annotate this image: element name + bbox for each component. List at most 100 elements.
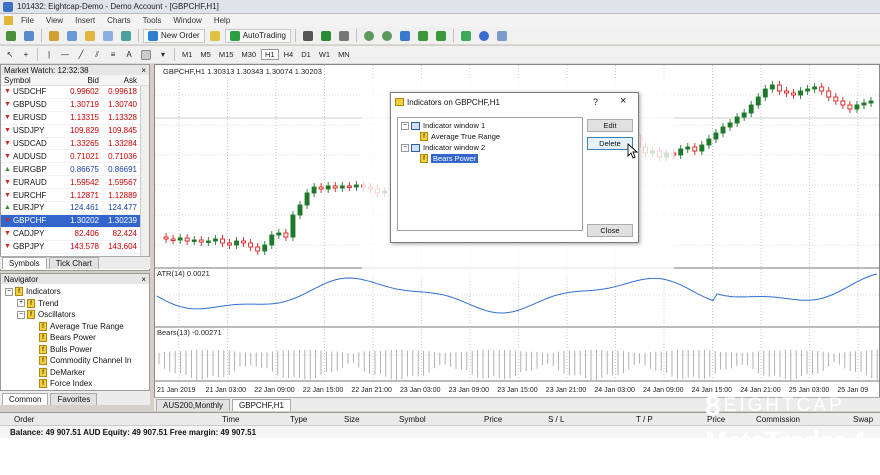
market-watch-row[interactable]: ▼ CADJPY 82.406 82.424 (1, 228, 149, 241)
periods-icon[interactable] (476, 29, 492, 43)
menu-view[interactable]: View (40, 16, 69, 25)
indicator-window-node[interactable]: − Indicator window 1 (398, 120, 582, 131)
profiles-icon[interactable] (21, 29, 37, 43)
data-window-icon[interactable] (64, 29, 80, 43)
menu-file[interactable]: File (15, 16, 40, 25)
timeframe-h4[interactable]: H4 (281, 50, 297, 59)
col-bid[interactable]: Bid (59, 76, 99, 85)
col-symbol[interactable]: Symbol (1, 76, 59, 85)
timeframe-mn[interactable]: MN (335, 50, 353, 59)
chart-shift-icon[interactable] (433, 29, 449, 43)
arrows-icon[interactable]: ▾ (156, 48, 170, 62)
navigator-item[interactable]: f Force Index (1, 378, 149, 390)
menu-window[interactable]: Window (167, 16, 207, 25)
templates-icon[interactable] (494, 29, 510, 43)
cursor-icon[interactable]: ↖ (3, 48, 17, 62)
close-button[interactable]: Close (587, 224, 633, 237)
indicators-icon[interactable] (458, 29, 474, 43)
timeframe-h1[interactable]: H1 (261, 49, 279, 60)
text-icon[interactable]: A (122, 48, 136, 62)
auto-scroll-icon[interactable] (415, 29, 431, 43)
menu-insert[interactable]: Insert (69, 16, 101, 25)
tab-common[interactable]: Common (2, 393, 49, 405)
market-watch-row[interactable]: ▼ EURAUD 1.59542 1.59567 (1, 176, 149, 190)
tile-windows-icon[interactable] (397, 29, 413, 43)
navigator-item[interactable]: f Commodity Channel In (1, 355, 149, 367)
channel-icon[interactable]: ⫽ (90, 48, 104, 62)
menu-tools[interactable]: Tools (137, 16, 168, 25)
menu-charts[interactable]: Charts (101, 16, 137, 25)
indicator-node[interactable]: f Bears Power (398, 153, 582, 164)
col-order[interactable]: Order (14, 415, 34, 424)
chart-tab-aus200[interactable]: AUS200,Monthly (156, 399, 231, 411)
market-watch-row[interactable]: ▼ GBPCHF 1.30202 1.30239 (1, 214, 149, 228)
navigator-item[interactable]: f Bulls Power (1, 344, 149, 356)
menu-help[interactable]: Help (208, 16, 236, 25)
navigator-item[interactable]: f Bears Power (1, 332, 149, 344)
zoom-in-icon[interactable] (361, 29, 377, 43)
navigator-item[interactable]: f DeMarker (1, 367, 149, 379)
horizontal-line-icon[interactable]: — (58, 48, 72, 62)
new-chart-icon[interactable] (3, 29, 19, 43)
tab-tick-chart[interactable]: Tick Chart (48, 257, 99, 269)
market-watch-row[interactable]: ▼ AUDUSD 0.71021 0.71036 (1, 150, 149, 164)
timeframe-m15[interactable]: M15 (216, 50, 237, 59)
col-ask[interactable]: Ask (99, 76, 139, 85)
candlestick-icon[interactable] (318, 29, 334, 43)
bar-chart-icon[interactable] (300, 29, 316, 43)
navigator-item[interactable]: + f Trend (1, 298, 149, 310)
col-symbol[interactable]: Symbol (399, 415, 426, 424)
market-watch-row[interactable]: ▲ EURGBP 0.86675 0.86691 (1, 163, 149, 177)
col-type[interactable]: Type (290, 415, 307, 424)
tab-symbols[interactable]: Symbols (2, 257, 47, 269)
col-tp[interactable]: T / P (636, 415, 653, 424)
metaeditor-icon[interactable] (207, 29, 223, 43)
market-watch-row[interactable]: ▼ USDCAD 1.33265 1.33284 (1, 138, 149, 151)
strategy-tester-icon[interactable] (118, 29, 134, 43)
crosshair-icon[interactable]: + (19, 48, 33, 62)
timeframe-m1[interactable]: M1 (179, 50, 195, 59)
expand-toggle-icon[interactable]: − (17, 310, 25, 319)
timeframe-m5[interactable]: M5 (197, 50, 213, 59)
market-watch-row[interactable]: ▼ USDJPY 109.829 109.845 (1, 125, 149, 138)
navigator-item[interactable]: − f Indicators (1, 286, 149, 298)
navigator-item[interactable]: f Average True Range (1, 321, 149, 333)
trendline-icon[interactable]: ╱ (74, 48, 88, 62)
market-watch-row[interactable]: ▼ GBPUSD 1.30719 1.30740 (1, 99, 149, 112)
indicator-window-node[interactable]: − Indicator window 2 (398, 142, 582, 153)
market-watch-row[interactable]: ▲ EURJPY 124.461 124.477 (1, 202, 149, 215)
collapse-toggle-icon[interactable]: − (401, 121, 409, 130)
navigator-icon[interactable] (82, 29, 98, 43)
timeframe-w1[interactable]: W1 (316, 50, 333, 59)
fibonacci-icon[interactable]: ≡ (106, 48, 120, 62)
edit-button[interactable]: Edit (587, 119, 633, 132)
zoom-out-icon[interactable] (379, 29, 395, 43)
expand-toggle-icon[interactable]: − (5, 287, 13, 296)
timeframe-m30[interactable]: M30 (238, 50, 259, 59)
chart-tab-gbpchf[interactable]: GBPCHF,H1 (232, 399, 291, 411)
tab-favorites[interactable]: Favorites (50, 393, 98, 405)
line-chart-icon[interactable] (336, 29, 352, 43)
label-icon[interactable] (138, 48, 154, 62)
collapse-toggle-icon[interactable]: − (401, 143, 409, 152)
navigator-item[interactable]: − f Oscillators (1, 309, 149, 321)
close-icon[interactable]: × (141, 66, 149, 75)
vertical-line-icon[interactable]: | (42, 48, 56, 62)
expand-toggle-icon[interactable]: + (17, 299, 25, 308)
col-price[interactable]: Price (484, 415, 502, 424)
close-icon[interactable]: × (141, 275, 149, 284)
help-button[interactable]: ? (593, 97, 598, 107)
col-sl[interactable]: S / L (548, 415, 564, 424)
terminal-icon[interactable] (100, 29, 116, 43)
autotrading-button[interactable]: AutoTrading (224, 28, 291, 43)
new-order-button[interactable]: New Order (143, 28, 205, 43)
timeframe-d1[interactable]: D1 (298, 50, 314, 59)
market-watch-icon[interactable] (46, 29, 62, 43)
market-watch-row[interactable]: ▼ USDCHF 0.99602 0.99618 (1, 86, 149, 99)
market-watch-row[interactable]: ▼ EURUSD 1.13315 1.13328 (1, 112, 149, 125)
indicator-node[interactable]: f Average True Range (398, 131, 582, 142)
market-watch-scrollbar[interactable] (140, 86, 149, 260)
col-size[interactable]: Size (344, 415, 360, 424)
market-watch-row[interactable]: ▼ EURCHF 1.12871 1.12889 (1, 189, 149, 203)
col-time[interactable]: Time (222, 415, 239, 424)
